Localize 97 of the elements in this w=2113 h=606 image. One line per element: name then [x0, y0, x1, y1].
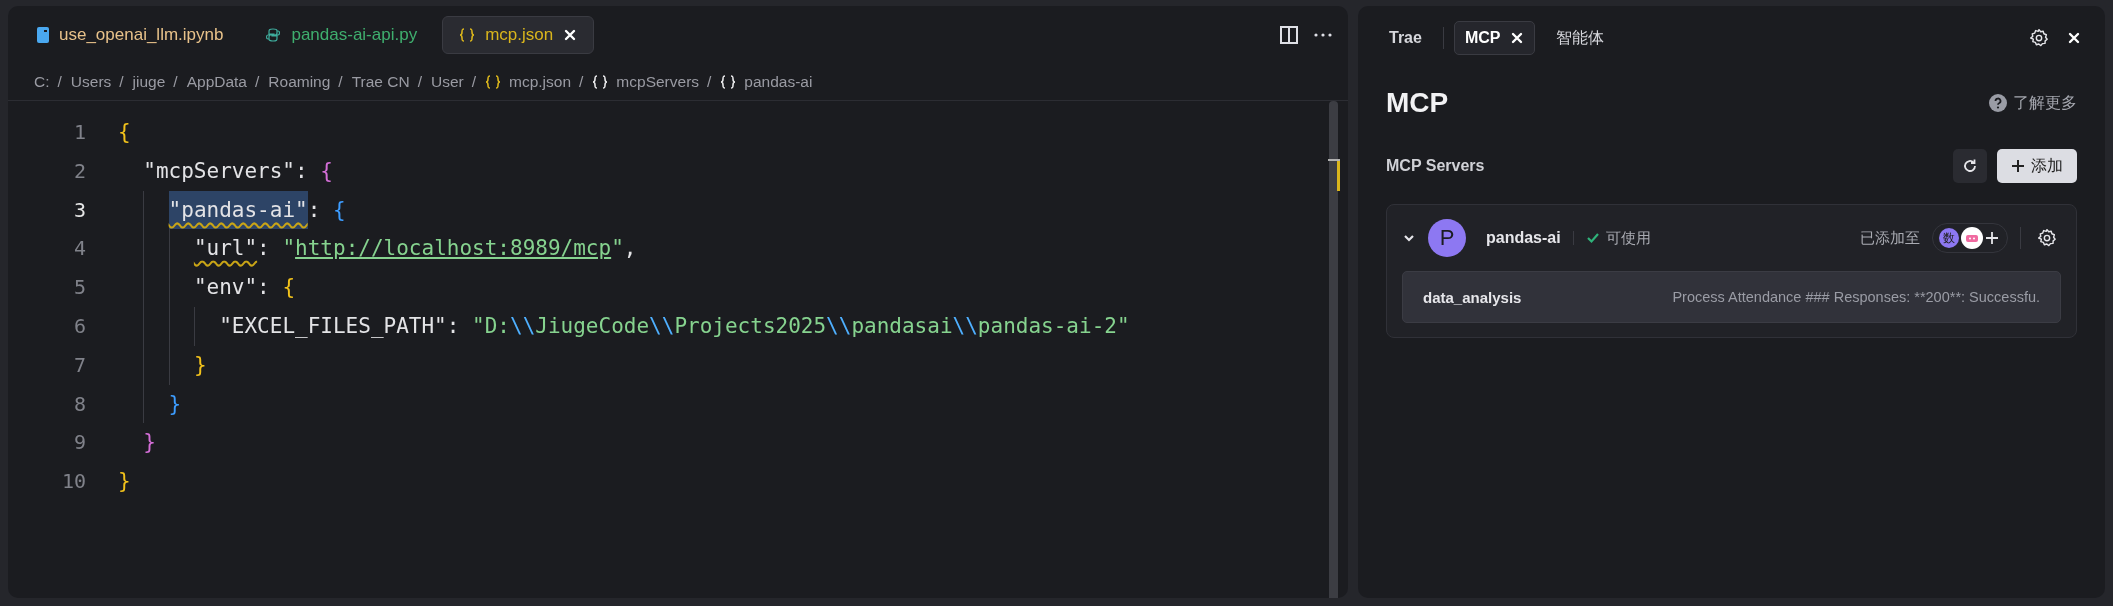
breadcrumb-item[interactable]: jiuge [132, 73, 166, 91]
line-number: 3 [72, 196, 86, 224]
tool-row[interactable]: data_analysis Process Attendance ### Responses: **200**: Successfu. [1402, 271, 2061, 323]
code-token: "mcpServers" [143, 157, 295, 185]
code-token: , [623, 235, 637, 263]
code-token: \\ [952, 313, 978, 340]
code-token: \\ [510, 313, 536, 340]
panel-title: MCP [1386, 87, 1449, 119]
code-token: } [118, 468, 131, 496]
help-link[interactable]: 了解更多 [1989, 92, 2077, 114]
tool-description: Process Attendance ### Responses: **200**: Successfu. [1672, 289, 2040, 305]
line-number: 5 [72, 274, 86, 302]
file-tab[interactable]: mcp.json [442, 16, 595, 54]
panel-tab[interactable]: Trae [1378, 21, 1433, 55]
breadcrumb-item[interactable]: Users [70, 73, 112, 91]
code-token: } [193, 351, 207, 379]
breadcrumb-separator: / [417, 73, 422, 91]
server-avatar: P [1428, 219, 1466, 257]
panel-tab[interactable]: MCP [1453, 21, 1536, 55]
code-token: } [168, 390, 182, 418]
code-token: \\ [649, 313, 675, 340]
status-label: 可使用 [1605, 228, 1651, 248]
code-token: "url" [193, 235, 258, 263]
help-icon [1989, 94, 2007, 112]
code-token: http://localhost:8989/mcp [295, 235, 612, 263]
close-icon[interactable] [1510, 31, 1525, 45]
code-token: { [320, 157, 333, 185]
breadcrumb-item[interactable]: mcp.json [509, 73, 572, 91]
breadcrumb-item[interactable]: User [430, 73, 464, 91]
code-token: "D: [472, 313, 510, 340]
server-name: pandas-ai [1486, 229, 1561, 247]
code-token: Projects2025 [674, 313, 827, 340]
line-number: 9 [72, 429, 86, 457]
breadcrumb-item[interactable]: AppData [186, 73, 247, 91]
breadcrumb-item[interactable]: C: [34, 73, 50, 91]
code-token: : [257, 274, 271, 302]
breadcrumb-separator: / [173, 73, 178, 91]
refresh-button[interactable] [1953, 149, 1987, 183]
breadcrumb-separator: / [255, 73, 260, 91]
breadcrumb-separator: / [119, 73, 124, 91]
file-tab[interactable]: use_openai_llm.ipynb [20, 16, 241, 54]
breadcrumb-separator: / [707, 73, 712, 91]
line-number: 6 [72, 313, 86, 340]
line-number: 10 [60, 468, 86, 496]
settings-icon[interactable] [2029, 28, 2049, 48]
code-token: { [282, 274, 296, 302]
breadcrumb-item[interactable]: Roaming [268, 73, 331, 91]
code-token: "env" [193, 274, 258, 302]
braces-icon [720, 75, 737, 89]
close-icon[interactable] [2067, 31, 2081, 45]
code-token: "pandas-ai" [168, 190, 308, 230]
added-to-label: 已添加至 [1860, 228, 1920, 248]
robot-icon [1961, 227, 1983, 249]
section-title: MCP Servers [1386, 157, 1485, 175]
plus-icon [1985, 231, 1999, 245]
code-editor[interactable]: 1 2 3 4 5 6 7 8 9 10 { "mcpServers": { "pandas-ai": { "url": "http://localhost:8989/mcp", "env": { "EXCEL_FILES_PATH": "D:\\JiugeCode\\Projects2025\\pandasai\\pandas-ai-2" } } } } [8, 100, 1348, 598]
braces-icon [592, 75, 609, 89]
breadcrumb-separator: / [57, 73, 62, 91]
check-icon [1585, 231, 1600, 245]
line-number: 1 [72, 119, 86, 146]
breadcrumb-item[interactable]: pandas-ai [744, 73, 813, 91]
braces-icon [485, 75, 501, 89]
code-token: : [446, 313, 461, 340]
line-number: 2 [72, 157, 86, 185]
braces-icon [459, 28, 476, 42]
code-token: : [257, 235, 271, 263]
line-number: 8 [72, 390, 86, 418]
code-token: { [332, 196, 346, 224]
agent-avatar: 数 [1939, 228, 1959, 248]
panel-tab[interactable]: 智能体 [1545, 19, 1616, 57]
breadcrumb-item[interactable]: Trae CN [351, 73, 410, 91]
python-icon [265, 27, 282, 43]
code-token: JiugeCode [535, 313, 650, 340]
code-token: " [282, 235, 296, 263]
settings-icon[interactable] [2037, 228, 2057, 248]
breadcrumb-item[interactable]: mcpServers [616, 73, 700, 91]
breadcrumb-separator: / [338, 73, 343, 91]
close-icon[interactable] [563, 28, 578, 42]
code-token: " [611, 235, 624, 263]
file-tab[interactable]: pandas-ai-api.py [248, 16, 435, 54]
code-token: : [307, 196, 322, 224]
line-number: 7 [72, 351, 86, 379]
code-token: pandasai [851, 313, 953, 340]
refresh-icon [1962, 158, 1978, 174]
code-token: \\ [826, 313, 852, 340]
line-number: 4 [72, 235, 86, 263]
tool-name: data_analysis [1423, 288, 1522, 306]
notebook-icon [37, 27, 49, 43]
code-token: : [295, 157, 309, 185]
breadcrumb-separator: / [579, 73, 584, 91]
code-token: "EXCEL_FILES_PATH" [219, 313, 447, 340]
code-token: { [118, 119, 131, 146]
breadcrumb-separator: / [471, 73, 476, 91]
add-button[interactable]: 添加 [1997, 149, 2077, 183]
code-token: } [143, 429, 156, 457]
code-token: pandas-ai-2" [977, 313, 1130, 340]
plus-icon [2011, 159, 2025, 173]
